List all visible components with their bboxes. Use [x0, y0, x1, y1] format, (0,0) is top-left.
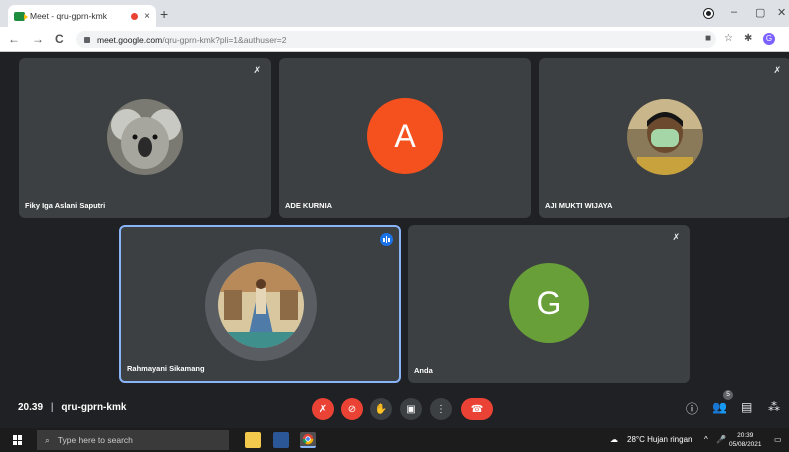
url-host: meet.google.com [97, 34, 163, 45]
notification-icon[interactable]: ▭ [774, 435, 782, 444]
meeting-time: 20.39 [18, 402, 44, 413]
tab-close-button[interactable]: × [144, 11, 150, 22]
close-window-button[interactable]: ✕ [777, 6, 786, 19]
camera-off-button[interactable]: ⊘ [341, 398, 363, 420]
new-tab-button[interactable]: + [160, 6, 168, 22]
browser-tab-strip: Meet - qru-gprn-kmk × + – ▢ ✕ [0, 0, 789, 27]
people-count-badge: 5 [723, 390, 733, 400]
mic-tray-icon[interactable]: 🎤 [716, 435, 726, 444]
hand-icon: ✋ [374, 403, 388, 415]
profile-avatar[interactable]: G [763, 33, 775, 45]
url-path: /qru-gprn-kmk?pli=1&authuser=2 [162, 34, 287, 45]
people-icon[interactable]: 👥 [712, 400, 727, 414]
search-icon: ⌕ [45, 434, 50, 445]
weather-text[interactable]: 28°C Hujan ringan [627, 435, 692, 444]
chrome-profile-icon[interactable] [704, 9, 713, 18]
leave-call-button[interactable]: ☎ [461, 398, 493, 420]
speaking-indicator-icon [380, 233, 393, 246]
participant-tile-self[interactable]: ✗ G Anda [408, 225, 690, 383]
clock-time: 20:39 [737, 432, 754, 439]
participant-tile[interactable]: A ADE KURNIA [279, 58, 531, 218]
participant-name: AJI MUKTI WIJAYA [545, 201, 613, 210]
search-placeholder: Type here to search [57, 435, 133, 445]
participant-tile[interactable]: ✗ AJI MUKTI WIJAYA [539, 58, 789, 218]
mic-off-icon: ✗ [773, 65, 781, 75]
taskbar-clock[interactable]: 20:39 05/08/2021 [729, 431, 762, 449]
letter-avatar: A [367, 98, 443, 174]
meeting-details: 20.39 | qru-gprn-kmk [18, 402, 126, 413]
back-button[interactable]: ← [8, 32, 20, 46]
reload-button[interactable]: C [55, 32, 64, 46]
meeting-code: qru-gprn-kmk [61, 402, 127, 413]
file-explorer-icon[interactable] [245, 432, 261, 448]
raise-hand-button[interactable]: ✋ [370, 398, 392, 420]
more-options-button[interactable]: ⋮ [430, 398, 452, 420]
masked-person-avatar [627, 99, 703, 175]
meeting-separator: | [50, 402, 54, 413]
tab-title: Meet - qru-gprn-kmk [30, 11, 107, 21]
koala-avatar [107, 99, 183, 175]
more-vert-icon: ⋮ [436, 403, 446, 415]
meet-favicon-icon [14, 11, 28, 21]
letter-avatar: G [509, 263, 589, 343]
mic-off-icon: ✗ [253, 65, 261, 75]
scene-photo-avatar [218, 262, 304, 348]
bookmark-star-icon[interactable]: ☆ [724, 33, 733, 44]
participant-name: ADE KURNIA [285, 201, 333, 210]
address-bar-row: ← → C meet.google.com/qru-gprn-kmk?pli=1… [0, 27, 789, 52]
meeting-controls-bar: 20.39 | qru-gprn-kmk ✗ ⊘ ✋ ▣ ⋮ ☎ ⓘ 👥 ▤ ⁂ [0, 392, 789, 428]
weather-icon[interactable]: ☁ [610, 435, 618, 444]
maximize-button[interactable]: ▢ [755, 6, 765, 19]
forward-button[interactable]: → [32, 32, 44, 46]
camera-off-icon: ⊘ [347, 403, 357, 415]
taskbar-search-input[interactable]: ⌕ Type here to search [37, 430, 229, 450]
meeting-info-icon[interactable]: ⓘ [686, 400, 698, 417]
participant-name: Rahmayani Sikamang [127, 364, 205, 373]
participant-name: Anda [414, 366, 433, 375]
recording-dot-icon [131, 12, 139, 20]
windows-start-icon[interactable] [13, 435, 23, 445]
participant-tile-active-speaker[interactable]: Rahmayani Sikamang [119, 225, 401, 383]
participant-name: Fiky Iga Aslani Saputri [25, 201, 106, 210]
minimize-button[interactable]: – [731, 6, 737, 18]
browser-tab[interactable]: Meet - qru-gprn-kmk × [8, 5, 156, 27]
present-icon: ▣ [406, 403, 416, 415]
extensions-puzzle-icon[interactable]: ✱ [744, 33, 752, 44]
camera-indicator-icon[interactable]: ■ [705, 33, 711, 44]
activities-icon[interactable]: ⁂ [768, 400, 780, 414]
url-input[interactable]: meet.google.com/qru-gprn-kmk?pli=1&authu… [76, 31, 716, 48]
word-app-icon[interactable] [273, 432, 289, 448]
mic-off-icon: ✗ [672, 232, 680, 242]
mic-off-button[interactable]: ✗ [312, 398, 334, 420]
windows-taskbar: ⌕ Type here to search ☁ 28°C Hujan ringa… [0, 428, 789, 452]
hang-up-icon: ☎ [470, 403, 484, 415]
clock-date: 05/08/2021 [729, 441, 762, 448]
tray-chevron-icon[interactable]: ^ [704, 435, 708, 444]
participant-tile[interactable]: ✗ Fiky Iga Aslani Saputri [19, 58, 271, 218]
chrome-app-icon[interactable] [300, 432, 316, 448]
lock-icon [84, 36, 90, 43]
present-screen-button[interactable]: ▣ [400, 398, 422, 420]
mic-off-icon: ✗ [318, 403, 328, 415]
chat-icon[interactable]: ▤ [741, 400, 752, 414]
